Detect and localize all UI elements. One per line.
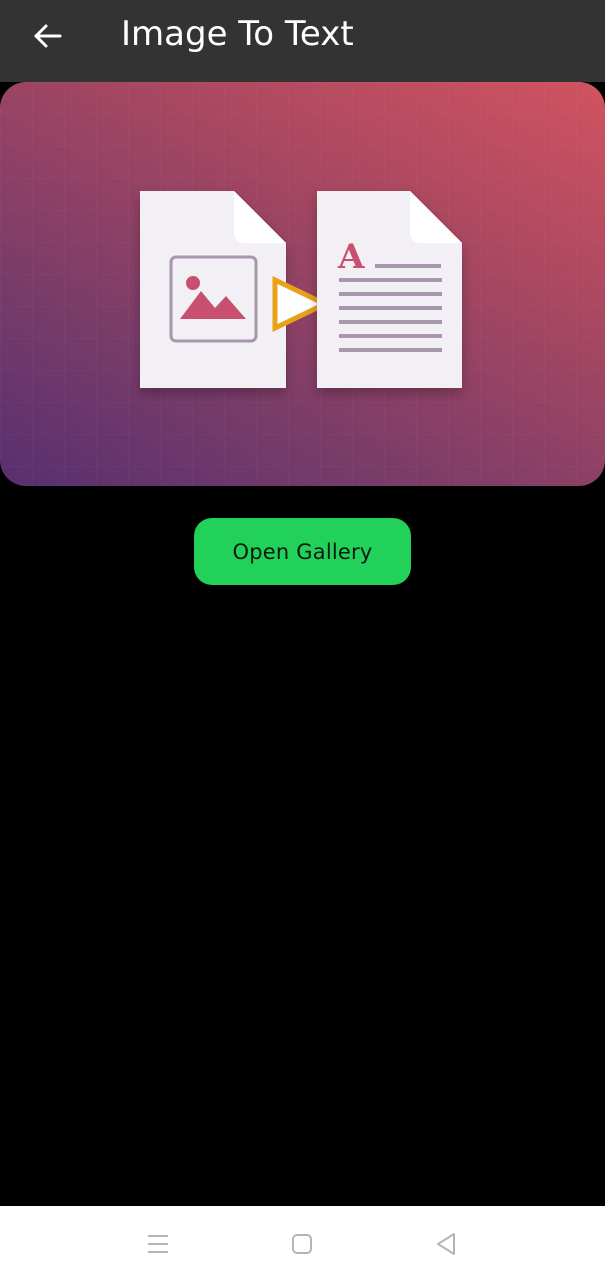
page-title: Image To Text	[121, 14, 354, 54]
app-bar: Image To Text	[0, 0, 605, 82]
svg-text:A: A	[337, 237, 365, 277]
back-triangle-icon	[437, 1233, 455, 1255]
open-gallery-button[interactable]: Open Gallery	[194, 518, 411, 585]
nav-back-button[interactable]	[424, 1222, 468, 1266]
image-to-text-illustration: A	[0, 82, 605, 486]
banner-image: A	[0, 82, 605, 486]
menu-icon	[148, 1235, 168, 1253]
arrow-left-icon	[34, 24, 62, 48]
menu-button[interactable]	[136, 1222, 180, 1266]
back-button[interactable]	[18, 10, 78, 62]
home-square-icon	[292, 1234, 312, 1254]
home-button[interactable]	[280, 1222, 324, 1266]
system-navigation-bar	[0, 1206, 605, 1280]
